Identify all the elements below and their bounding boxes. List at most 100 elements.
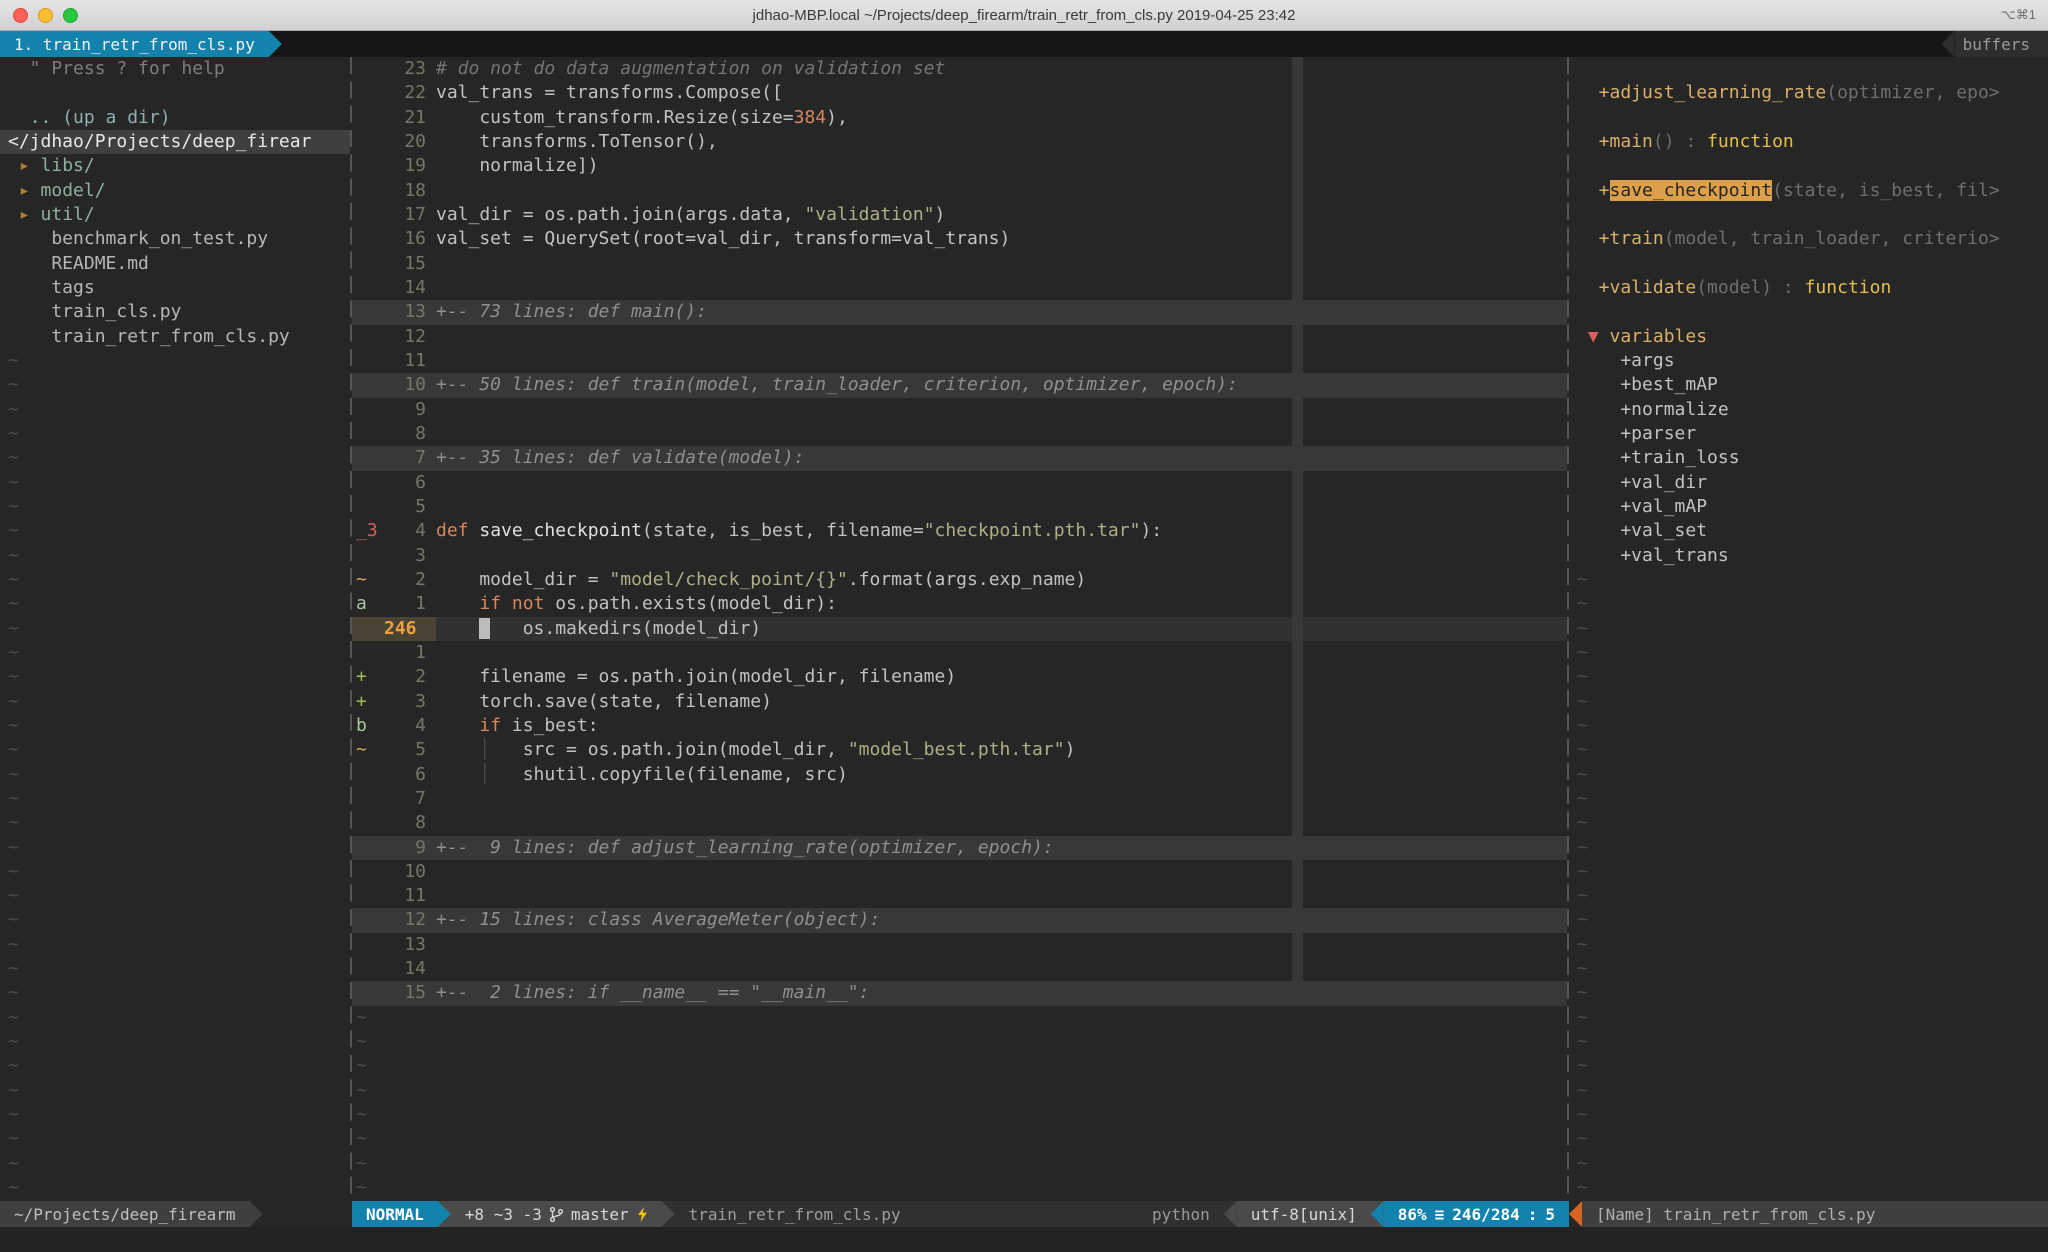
code-line[interactable]: 16val_set = QuerySet(root=val_dir, trans… bbox=[352, 227, 1567, 251]
token-guide: │ bbox=[479, 739, 490, 760]
nerdtree-panel: " Press ? for help .. (up a dir)</jdhao/… bbox=[0, 57, 350, 1201]
token-def: custom_transform.Resize(size= bbox=[436, 107, 794, 128]
tag-item[interactable]: +val_dir bbox=[1569, 471, 2048, 495]
code-line[interactable]: 6 bbox=[352, 471, 1567, 495]
line-text: # do not do data augmentation on validat… bbox=[436, 57, 945, 81]
tree-item[interactable]: tags bbox=[0, 276, 350, 300]
tag-item[interactable]: +adjust_learning_rate(optimizer, epo> bbox=[1569, 81, 2048, 105]
code-line[interactable]: 12 bbox=[352, 325, 1567, 349]
code-line[interactable]: 14 bbox=[352, 276, 1567, 300]
code-line[interactable]: 8 bbox=[352, 422, 1567, 446]
tree-item[interactable]: .. (up a dir) bbox=[0, 106, 350, 130]
tree-item[interactable]: benchmark_on_test.py bbox=[0, 227, 350, 251]
token-sig: : bbox=[1675, 131, 1708, 152]
gutter-sign bbox=[352, 884, 380, 908]
line-number: 17 bbox=[380, 203, 436, 227]
zoom-window-button[interactable] bbox=[63, 8, 78, 23]
code-line[interactable]: 8 bbox=[352, 811, 1567, 835]
vim-tabline: 1. train_retr_from_cls.py buffers bbox=[0, 31, 2048, 57]
code-line[interactable]: +2 filename = os.path.join(model_dir, fi… bbox=[352, 665, 1567, 689]
tree-item[interactable]: ▸ util/ bbox=[0, 203, 350, 227]
code-line[interactable]: 19 normalize]) bbox=[352, 154, 1567, 178]
lightning-icon bbox=[636, 1206, 648, 1223]
line-number: 1 bbox=[380, 592, 436, 616]
tag-item[interactable]: +train(model, train_loader, criterio> bbox=[1569, 227, 2048, 251]
fold-line[interactable]: 13+-- 73 lines: def main(): bbox=[352, 300, 1567, 324]
code-line[interactable]: 1 bbox=[352, 641, 1567, 665]
line-number: 4 bbox=[380, 714, 436, 738]
cursor-position-segment: 86% ≡ 246/284 : 5 bbox=[1384, 1201, 1569, 1227]
tag-item[interactable]: +val_set bbox=[1569, 519, 2048, 543]
code-line[interactable]: 9 bbox=[352, 398, 1567, 422]
fold-line[interactable]: 9+-- 9 lines: def adjust_learning_rate(o… bbox=[352, 836, 1567, 860]
tree-item[interactable]: train_retr_from_cls.py bbox=[0, 325, 350, 349]
minimize-window-button[interactable] bbox=[38, 8, 53, 23]
line-text: val_trans = transforms.Compose([ bbox=[436, 81, 783, 105]
empty-line-marker: ~ bbox=[0, 860, 350, 884]
token-def: ), bbox=[826, 107, 848, 128]
tree-item[interactable]: " Press ? for help bbox=[0, 57, 350, 81]
tree-item[interactable]: ▸ model/ bbox=[0, 179, 350, 203]
line-number: 14 bbox=[380, 276, 436, 300]
code-line[interactable]: 14 bbox=[352, 957, 1567, 981]
tag-item[interactable]: +validate(model) : function bbox=[1569, 276, 2048, 300]
tag-item[interactable]: +train_loss bbox=[1569, 446, 2048, 470]
token-kind: function bbox=[1707, 131, 1794, 152]
vim-commandline[interactable] bbox=[0, 1227, 2048, 1252]
code-editor[interactable]: 23# do not do data augmentation on valid… bbox=[352, 57, 1567, 1201]
gutter-sign: a bbox=[352, 592, 380, 616]
token-tag: +adjust_learning_rate bbox=[1577, 82, 1826, 103]
code-line[interactable]: 15 bbox=[352, 252, 1567, 276]
code-line[interactable]: 18 bbox=[352, 179, 1567, 203]
tag-item[interactable]: +args bbox=[1569, 349, 2048, 373]
tag-item[interactable]: +val_trans bbox=[1569, 544, 2048, 568]
code-line[interactable]: _34def save_checkpoint(state, is_best, f… bbox=[352, 519, 1567, 543]
line-text: os.makedirs(model_dir) bbox=[436, 617, 761, 641]
tree-item[interactable]: ▸ libs/ bbox=[0, 154, 350, 178]
code-line[interactable]: b4 if is_best: bbox=[352, 714, 1567, 738]
code-line[interactable]: 10 bbox=[352, 860, 1567, 884]
code-line[interactable]: 21 custom_transform.Resize(size=384), bbox=[352, 106, 1567, 130]
tree-item[interactable]: train_cls.py bbox=[0, 300, 350, 324]
tag-item[interactable]: +normalize bbox=[1569, 398, 2048, 422]
empty-line-marker: ~ bbox=[1569, 714, 2048, 738]
code-line[interactable]: 17val_dir = os.path.join(args.data, "val… bbox=[352, 203, 1567, 227]
cursor-line[interactable]: 246 os.makedirs(model_dir) bbox=[352, 617, 1567, 641]
code-line[interactable]: ~5 │ src = os.path.join(model_dir, "mode… bbox=[352, 738, 1567, 762]
code-line[interactable]: 6 │ shutil.copyfile(filename, src) bbox=[352, 763, 1567, 787]
close-window-button[interactable] bbox=[13, 8, 28, 23]
tab-shortcut-badge: ⌥⌘1 bbox=[2001, 7, 2036, 23]
code-line[interactable]: 11 bbox=[352, 884, 1567, 908]
tag-item[interactable]: +best_mAP bbox=[1569, 373, 2048, 397]
tree-item[interactable]: </jdhao/Projects/deep_firear bbox=[0, 130, 350, 154]
code-line[interactable]: +3 torch.save(state, filename) bbox=[352, 690, 1567, 714]
code-line[interactable]: ~2 model_dir = "model/check_point/{}".fo… bbox=[352, 568, 1567, 592]
buffers-label[interactable]: buffers bbox=[1955, 31, 2048, 57]
code-line[interactable]: 23# do not do data augmentation on valid… bbox=[352, 57, 1567, 81]
code-line[interactable]: a1 if not os.path.exists(model_dir): bbox=[352, 592, 1567, 616]
code-line[interactable]: 20 transforms.ToTensor(), bbox=[352, 130, 1567, 154]
tab-train-retr-from-cls[interactable]: 1. train_retr_from_cls.py bbox=[0, 31, 269, 57]
token-def: ) bbox=[935, 204, 946, 225]
fold-line[interactable]: 7+-- 35 lines: def validate(model): bbox=[352, 446, 1567, 470]
fold-line[interactable]: 10+-- 50 lines: def train(model, train_l… bbox=[352, 373, 1567, 397]
code-line[interactable]: 3 bbox=[352, 544, 1567, 568]
tag-item[interactable]: +val_mAP bbox=[1569, 495, 2048, 519]
fold-line[interactable]: 12+-- 15 lines: class AverageMeter(objec… bbox=[352, 908, 1567, 932]
token-sig: (optimizer, epo> bbox=[1826, 82, 1999, 103]
empty-line-marker: ~ bbox=[0, 592, 350, 616]
token-cnum: 384 bbox=[794, 107, 827, 128]
token-arrow: ▸ bbox=[8, 204, 41, 225]
code-line[interactable]: 22val_trans = transforms.Compose([ bbox=[352, 81, 1567, 105]
tag-item[interactable]: ▼ variables bbox=[1569, 325, 2048, 349]
fold-line[interactable]: 15+-- 2 lines: if __name__ == "__main__"… bbox=[352, 981, 1567, 1005]
tree-item[interactable]: README.md bbox=[0, 252, 350, 276]
code-line[interactable]: 13 bbox=[352, 933, 1567, 957]
code-line[interactable]: 7 bbox=[352, 787, 1567, 811]
code-line[interactable]: 5 bbox=[352, 495, 1567, 519]
tag-item[interactable]: +main() : function bbox=[1569, 130, 2048, 154]
tag-item[interactable]: +save_checkpoint(state, is_best, fil> bbox=[1569, 179, 2048, 203]
token-var: +val_mAP bbox=[1577, 496, 1707, 517]
code-line[interactable]: 11 bbox=[352, 349, 1567, 373]
tag-item[interactable]: +parser bbox=[1569, 422, 2048, 446]
